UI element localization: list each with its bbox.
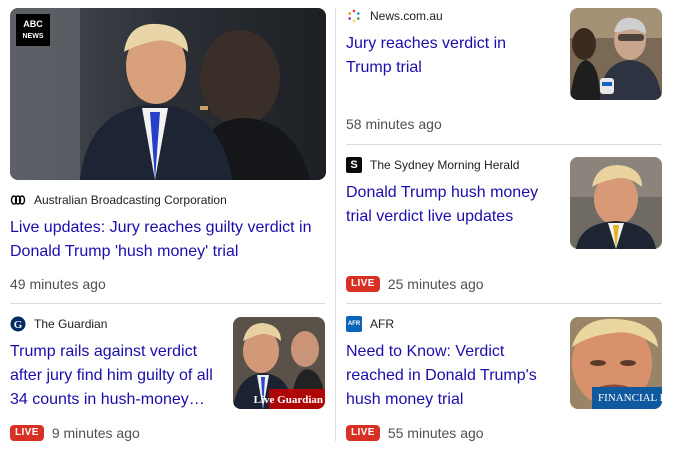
live-badge: LIVE — [346, 276, 380, 292]
news-card-smh[interactable]: S The Sydney Morning Herald Donald Trump… — [346, 157, 662, 293]
divider — [346, 303, 662, 304]
story-thumbnail: FINANCIAL RE — [570, 317, 662, 409]
timestamp-row: 49 minutes ago — [10, 275, 106, 293]
source-row: AFR AFR — [346, 316, 394, 332]
abc-logo-mark: ABC — [23, 19, 43, 29]
live-badge: LIVE — [10, 425, 44, 441]
timestamp: 9 minutes ago — [51, 425, 140, 441]
smh-icon: S — [346, 157, 362, 173]
story-thumbnail: Live Guardian — [233, 317, 325, 409]
divider — [10, 303, 325, 304]
story-thumbnail — [570, 157, 662, 249]
news-card-guardian[interactable]: G The Guardian Trump rails against verdi… — [10, 316, 326, 442]
abc-news-logo: ABC NEWS — [16, 14, 50, 46]
headline: Live updates: Jury reaches guilty verdic… — [10, 219, 312, 260]
source-name: Australian Broadcasting Corporation — [34, 193, 227, 207]
timestamp-row: 58 minutes ago — [346, 115, 442, 133]
svg-text:G: G — [14, 319, 23, 331]
source-row: G The Guardian — [10, 316, 107, 332]
story-thumbnail — [570, 8, 662, 100]
column-divider — [335, 8, 336, 441]
timestamp-row: LIVE 9 minutes ago — [10, 424, 140, 442]
timestamp: 55 minutes ago — [387, 425, 484, 441]
source-row: S The Sydney Morning Herald — [346, 157, 519, 173]
headline: Need to Know: Verdict reached in Donald … — [346, 343, 537, 408]
source-name: News.com.au — [370, 9, 443, 23]
headline: Trump rails against verdict after jury f… — [10, 343, 213, 408]
timestamp: 49 minutes ago — [10, 276, 106, 292]
newscom-icon — [346, 8, 362, 24]
timestamp: 25 minutes ago — [387, 276, 484, 292]
news-card-abc[interactable]: ABC NEWS Australian Broadcasting Corpora… — [10, 8, 326, 298]
news-card-newscom[interactable]: News.com.au Jury reaches verdict in Trum… — [346, 8, 662, 134]
abc-logo-word: NEWS — [22, 33, 44, 40]
source-row: News.com.au — [346, 8, 443, 24]
guardian-icon: G — [10, 316, 26, 332]
abc-icon — [10, 192, 26, 208]
story-image: ABC NEWS — [10, 8, 326, 180]
timestamp: 58 minutes ago — [346, 116, 442, 132]
headline: Jury reaches verdict in Trump trial — [346, 35, 507, 76]
live-badge: LIVE — [346, 425, 380, 441]
news-card-afr[interactable]: AFR AFR Need to Know: Verdict reached in… — [346, 316, 662, 442]
source-name: The Guardian — [34, 317, 108, 331]
afr-icon: AFR — [346, 316, 362, 332]
timestamp-row: LIVE 25 minutes ago — [346, 275, 484, 293]
guardian-live-watermark: Live Guardian — [253, 394, 323, 406]
divider — [346, 144, 662, 145]
timestamp-row: LIVE 55 minutes ago — [346, 424, 484, 442]
afr-watermark: FINANCIAL RE — [598, 392, 662, 404]
source-name: The Sydney Morning Herald — [370, 158, 520, 172]
source-name: AFR — [370, 317, 394, 331]
source-row: Australian Broadcasting Corporation — [10, 192, 227, 208]
headline: Donald Trump hush money trial verdict li… — [346, 184, 539, 225]
